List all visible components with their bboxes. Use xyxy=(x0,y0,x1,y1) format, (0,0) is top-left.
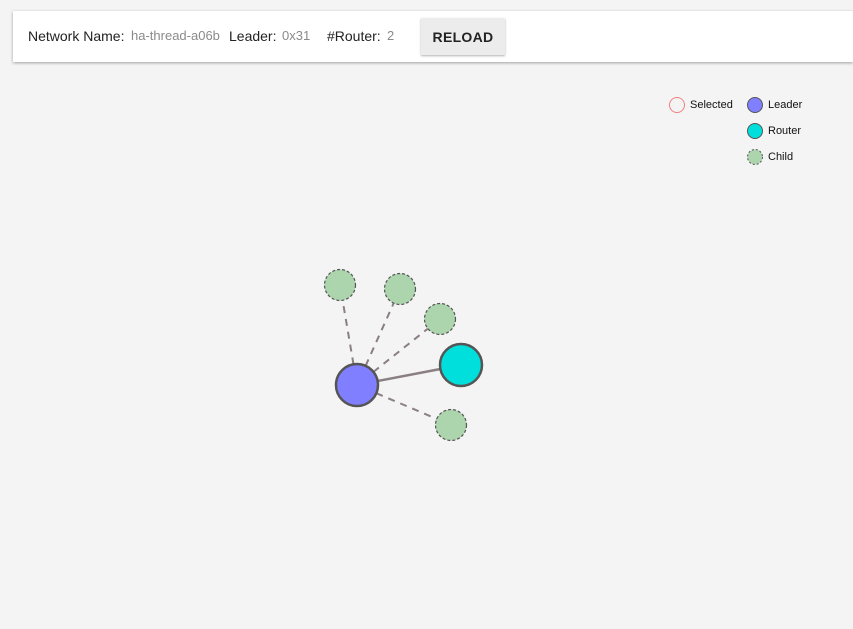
link-leader-child-4 xyxy=(375,392,438,420)
child-node-child-3[interactable] xyxy=(423,302,457,336)
link-leader-router xyxy=(377,367,441,383)
legend-router-label: Router xyxy=(768,125,801,137)
child-node-child-4[interactable] xyxy=(434,408,468,442)
legend-router-swatch xyxy=(747,123,763,139)
link-leader-child-2 xyxy=(364,302,395,367)
child-node-child-1[interactable] xyxy=(323,268,357,302)
child-node-child-2[interactable] xyxy=(383,272,417,306)
legend-selected-label: Selected xyxy=(690,99,733,111)
legend: Selected Leader Router Child xyxy=(669,97,803,165)
router-node-router[interactable] xyxy=(438,342,484,388)
leader-node-leader[interactable] xyxy=(334,362,380,408)
legend-child-swatch xyxy=(747,149,763,165)
network-graph: Selected Leader Router Child xyxy=(323,97,803,442)
link-leader-child-1 xyxy=(341,300,355,365)
legend-leader-label: Leader xyxy=(768,99,803,111)
legend-leader-swatch xyxy=(747,97,763,113)
legend-child-label: Child xyxy=(768,151,793,163)
nodes-layer xyxy=(323,268,484,442)
link-leader-child-3 xyxy=(372,327,429,373)
legend-selected-swatch xyxy=(669,97,685,113)
